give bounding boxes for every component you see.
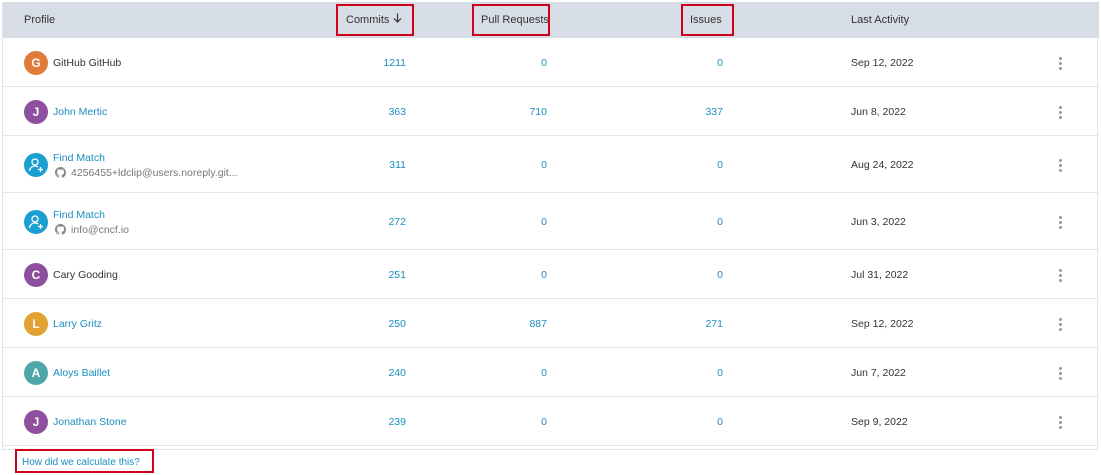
last-activity-date: Aug 24, 2022 xyxy=(851,158,914,171)
kebab-menu-icon[interactable] xyxy=(1056,215,1064,230)
issues-count[interactable]: 271 xyxy=(663,318,723,330)
commits-count[interactable]: 240 xyxy=(346,367,406,379)
commits-count[interactable]: 251 xyxy=(346,269,406,281)
last-activity-date: Jun 3, 2022 xyxy=(851,215,906,228)
profile-name[interactable]: Find Match xyxy=(53,152,105,164)
profile-email-text: 4256455+ldclip@users.noreply.git... xyxy=(71,166,238,179)
kebab-menu-icon[interactable] xyxy=(1056,415,1064,430)
last-activity-date: Jul 31, 2022 xyxy=(851,268,909,281)
issues-count[interactable]: 0 xyxy=(663,269,723,281)
column-header-commits[interactable]: Commits xyxy=(346,2,402,38)
column-header-last-activity[interactable]: Last Activity xyxy=(851,2,909,38)
table-row: Find Match info@cncf.io 272 0 0 Jun 3, 2022 xyxy=(3,193,1099,250)
pull-requests-count[interactable]: 887 xyxy=(487,318,547,330)
pull-requests-count[interactable]: 710 xyxy=(487,106,547,118)
pull-requests-count[interactable]: 0 xyxy=(487,269,547,281)
last-activity-date: Sep 9, 2022 xyxy=(851,415,908,428)
profile-name[interactable]: John Mertic xyxy=(53,106,107,118)
table-row: Find Match 4256455+ldclip@users.noreply.g… xyxy=(3,136,1099,193)
pull-requests-count[interactable]: 0 xyxy=(487,159,547,171)
profile-email: info@cncf.io xyxy=(55,223,129,236)
table-row: G GitHub GitHub 1211 0 0 Sep 12, 2022 xyxy=(3,38,1099,87)
profile-name: GitHub GitHub xyxy=(53,56,122,69)
commits-count[interactable]: 1211 xyxy=(346,57,406,69)
last-activity-date: Jun 7, 2022 xyxy=(851,366,906,379)
issues-count[interactable]: 0 xyxy=(663,416,723,428)
kebab-menu-icon[interactable] xyxy=(1056,105,1064,120)
profile-name[interactable]: Larry Gritz xyxy=(53,318,102,330)
table-row: C Cary Gooding 251 0 0 Jul 31, 2022 xyxy=(3,250,1099,299)
issues-count[interactable]: 337 xyxy=(663,106,723,118)
table-row: J Jonathan Stone 239 0 0 Sep 9, 2022 xyxy=(3,397,1099,446)
kebab-menu-icon[interactable] xyxy=(1056,317,1064,332)
kebab-menu-icon[interactable] xyxy=(1056,56,1064,71)
avatar[interactable]: A xyxy=(24,360,48,385)
github-icon xyxy=(55,166,71,179)
github-icon xyxy=(55,223,71,236)
table-row: L Larry Gritz 250 887 271 Sep 12, 2022 xyxy=(3,299,1099,348)
how-calculated-link[interactable]: How did we calculate this? xyxy=(22,457,140,468)
issues-count[interactable]: 0 xyxy=(663,367,723,379)
avatar[interactable]: J xyxy=(24,409,48,434)
pull-requests-count[interactable]: 0 xyxy=(487,416,547,428)
profile-email: 4256455+ldclip@users.noreply.git... xyxy=(55,166,238,179)
commits-count[interactable]: 250 xyxy=(346,318,406,330)
last-activity-date: Sep 12, 2022 xyxy=(851,56,914,69)
add-user-icon[interactable] xyxy=(24,152,48,177)
avatar[interactable]: L xyxy=(24,311,48,336)
issues-count[interactable]: 0 xyxy=(663,159,723,171)
table-row: A Aloys Baillet 240 0 0 Jun 7, 2022 xyxy=(3,348,1099,397)
issues-count[interactable]: 0 xyxy=(663,216,723,228)
table-header: Profile Commits Pull Requests Issues Las… xyxy=(3,2,1099,38)
contributors-table: Profile Commits Pull Requests Issues Las… xyxy=(2,2,1099,450)
column-header-pull-requests[interactable]: Pull Requests xyxy=(481,2,549,38)
profile-email-text: info@cncf.io xyxy=(71,223,129,236)
table-body: G GitHub GitHub 1211 0 0 Sep 12, 2022 J John Me… xyxy=(3,38,1099,446)
profile-name[interactable]: Find Match xyxy=(53,209,105,221)
pull-requests-count[interactable]: 0 xyxy=(487,57,547,69)
column-header-profile: Profile xyxy=(24,14,56,26)
profile-name: Cary Gooding xyxy=(53,268,118,281)
kebab-menu-icon[interactable] xyxy=(1056,366,1064,381)
pull-requests-count[interactable]: 0 xyxy=(487,216,547,228)
profile-name[interactable]: Jonathan Stone xyxy=(53,416,127,428)
commits-count[interactable]: 363 xyxy=(346,106,406,118)
commits-count[interactable]: 239 xyxy=(346,416,406,428)
table-row: J John Mertic 363 710 337 Jun 8, 2022 xyxy=(3,87,1099,136)
kebab-menu-icon[interactable] xyxy=(1056,158,1064,173)
commits-count[interactable]: 311 xyxy=(346,159,406,171)
arrow-down-icon xyxy=(393,2,402,38)
last-activity-date: Sep 12, 2022 xyxy=(851,317,914,330)
commits-count[interactable]: 272 xyxy=(346,216,406,228)
last-activity-date: Jun 8, 2022 xyxy=(851,105,906,118)
kebab-menu-icon[interactable] xyxy=(1056,268,1064,283)
column-header-issues[interactable]: Issues xyxy=(690,2,722,38)
issues-count[interactable]: 0 xyxy=(663,57,723,69)
column-header-commits-label: Commits xyxy=(346,14,390,26)
avatar[interactable]: C xyxy=(24,262,48,287)
profile-name[interactable]: Aloys Baillet xyxy=(53,367,110,379)
pull-requests-count[interactable]: 0 xyxy=(487,367,547,379)
avatar[interactable]: G xyxy=(24,50,48,75)
avatar[interactable]: J xyxy=(24,99,48,124)
add-user-icon[interactable] xyxy=(24,209,48,234)
